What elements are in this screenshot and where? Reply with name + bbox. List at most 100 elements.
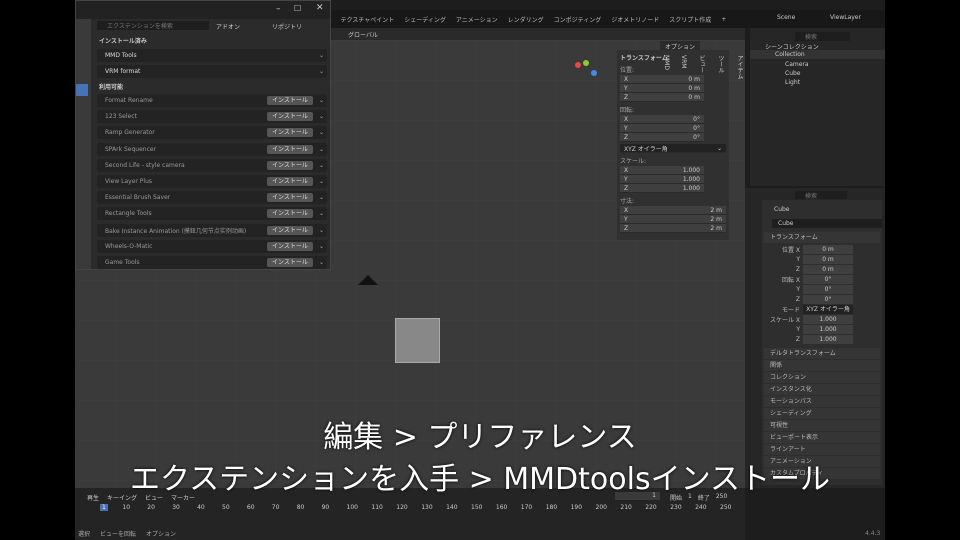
scale-y-field[interactable]: Y 1.000 (620, 175, 704, 184)
transform-header[interactable]: トランスフォーム (620, 53, 726, 62)
available-extension-row[interactable]: Second Life - style camera インストール ⌄ (97, 158, 327, 172)
sidebar-tab[interactable]: ビュー (697, 55, 706, 79)
chevron-down-icon[interactable]: ⌄ (319, 194, 324, 201)
install-button[interactable]: インストール (267, 177, 313, 186)
workspace-tab[interactable]: コンポジティング (554, 15, 602, 24)
gizmo-z-icon[interactable] (591, 70, 597, 76)
gizmo-x-icon[interactable] (575, 62, 581, 68)
prop-scale-x[interactable]: 1.000 (803, 314, 853, 324)
chevron-down-icon[interactable]: ⌄ (319, 243, 324, 250)
available-extension-row[interactable]: Ramp Generator インストール ⌄ (97, 126, 327, 140)
repo-dropdown[interactable]: リポジトリ (272, 22, 302, 31)
available-extension-row[interactable]: Rectangle Tools インストール ⌄ (97, 207, 327, 221)
chevron-down-icon[interactable]: ⌄ (319, 162, 324, 169)
available-extension-row[interactable]: Wheels-O-Matic インストール ⌄ (97, 239, 327, 253)
scale-z-field[interactable]: Z 1.000 (620, 184, 704, 193)
extension-search[interactable]: エクステンションを検索 (97, 21, 209, 30)
workspace-tab[interactable]: スクリプト作成 (669, 15, 711, 24)
location-x-field[interactable]: X0 m (620, 75, 704, 84)
available-extension-row[interactable]: SPArk Sequencer インストール ⌄ (97, 142, 327, 156)
rotation-mode-dropdown[interactable]: XYZ オイラー角 ⌄ (620, 144, 726, 153)
rotation-z-field[interactable]: Z 0° (620, 133, 704, 142)
chevron-down-icon[interactable]: ⌄ (319, 210, 324, 217)
prop-rot-z[interactable]: 0° (803, 294, 853, 304)
workspace-tab[interactable]: ジオメトリノード (611, 15, 659, 24)
properties-section[interactable]: インスタンス化 (764, 384, 880, 395)
workspace-tab[interactable]: アニメーション (456, 15, 498, 24)
chevron-down-icon[interactable]: ⌄ (319, 113, 324, 120)
chevron-down-icon[interactable]: ⌄ (319, 97, 324, 104)
rotation-y-field[interactable]: Y 0° (620, 124, 704, 133)
outliner-camera[interactable]: Camera (785, 61, 809, 68)
orientation-dropdown[interactable]: グローバル (348, 30, 378, 39)
prop-mode[interactable]: XYZ オイラー角 (803, 304, 853, 314)
chevron-down-icon[interactable]: ⌄ (319, 129, 324, 136)
sidebar-tab[interactable]: MMD (663, 55, 670, 79)
filter-dropdown[interactable]: アドオン (216, 22, 240, 31)
workspace-tab[interactable]: レンダリング (508, 15, 544, 24)
rotation-x-field[interactable]: X 0° (620, 115, 704, 124)
outliner-search[interactable]: 検索 (795, 32, 850, 41)
dim-z-field[interactable]: Z2 m (620, 224, 726, 233)
outliner-cube[interactable]: Cube (785, 70, 801, 77)
gizmo-y-icon[interactable] (583, 60, 589, 66)
install-button[interactable]: インストール (267, 193, 313, 203)
cube-object[interactable] (395, 318, 440, 363)
sidebar-tab[interactable]: アイテム (735, 55, 744, 79)
workspace-tab[interactable]: テクスチャペイント (341, 15, 395, 24)
properties-section[interactable]: 関係 (764, 360, 880, 371)
prop-loc-x[interactable]: 0 m (803, 244, 853, 254)
install-button[interactable]: インストール (267, 160, 313, 170)
view-layer-selector[interactable]: ViewLayer (830, 14, 861, 21)
available-extension-row[interactable]: 123 Select インストール ⌄ (97, 110, 327, 124)
properties-section[interactable]: モーションパス (764, 396, 880, 407)
install-button[interactable]: インストール (267, 241, 313, 251)
install-button[interactable]: インストール (267, 144, 313, 154)
install-button[interactable]: インストール (267, 96, 313, 105)
installed-extension-row[interactable]: MMD Tools ⌄ (97, 49, 327, 62)
available-header[interactable]: 利用可能 (99, 82, 123, 91)
maximize-icon[interactable]: ☐ (294, 4, 301, 13)
chevron-down-icon[interactable]: ⌄ (319, 259, 324, 266)
dim-x-field[interactable]: X2 m (620, 206, 726, 215)
sidebar-tab[interactable]: VRM (680, 55, 687, 79)
chevron-down-icon[interactable]: ⌄ (319, 227, 324, 234)
properties-section[interactable]: デルタトランスフォーム (764, 348, 880, 359)
chevron-down-icon[interactable]: ⌄ (319, 146, 324, 153)
scale-x-field[interactable]: X 1.000 (620, 166, 704, 175)
chevron-down-icon[interactable]: ⌄ (319, 68, 324, 75)
location-z-field[interactable]: Z0 m (620, 93, 704, 102)
outliner-light[interactable]: Light (785, 79, 800, 86)
install-button[interactable]: インストール (267, 128, 313, 138)
prop-loc-y[interactable]: 0 m (803, 254, 853, 264)
properties-section[interactable]: コレクション (764, 372, 880, 383)
collection-row[interactable]: Collection (750, 50, 885, 59)
minimize-icon[interactable]: – (276, 4, 281, 14)
installed-extension-row[interactable]: VRM format ⌄ (97, 65, 327, 78)
dim-y-field[interactable]: Y2 m (620, 215, 726, 224)
prop-loc-z[interactable]: 0 m (803, 264, 853, 274)
scene-selector[interactable]: Scene (777, 14, 795, 21)
install-button[interactable]: インストール (267, 209, 313, 219)
install-button[interactable]: インストール (267, 225, 313, 235)
nav-get-extensions[interactable] (76, 84, 88, 96)
sidebar-tab[interactable]: ツール (716, 55, 725, 79)
chevron-down-icon[interactable]: ⌄ (319, 52, 324, 59)
install-button[interactable]: インストール (267, 112, 313, 122)
chevron-down-icon[interactable]: ⌄ (319, 178, 324, 185)
available-extension-row[interactable]: Format Rename インストール ⌄ (97, 94, 327, 107)
prop-scale-y[interactable]: 1.000 (803, 324, 853, 334)
location-y-field[interactable]: Y0 m (620, 84, 704, 93)
prop-rot-x[interactable]: 0° (803, 274, 853, 284)
close-icon[interactable]: ✕ (316, 3, 324, 13)
available-extension-row[interactable]: Bake Instance Animation (摸鈕几何节点实例动画) インスト… (97, 223, 327, 237)
transform-panel-header[interactable]: トランスフォーム (764, 232, 880, 243)
camera-object[interactable] (358, 275, 378, 285)
prop-rot-y[interactable]: 0° (803, 284, 853, 294)
available-extension-row[interactable]: Game Tools インストール ⌄ (97, 256, 327, 269)
workspace-tab[interactable]: + (721, 16, 726, 23)
properties-search[interactable]: 検索 (795, 191, 847, 200)
object-name-field[interactable]: Cube (772, 219, 882, 228)
prop-scale-z[interactable]: 1.000 (803, 334, 853, 344)
workspace-tab[interactable]: シェーディング (404, 15, 446, 24)
